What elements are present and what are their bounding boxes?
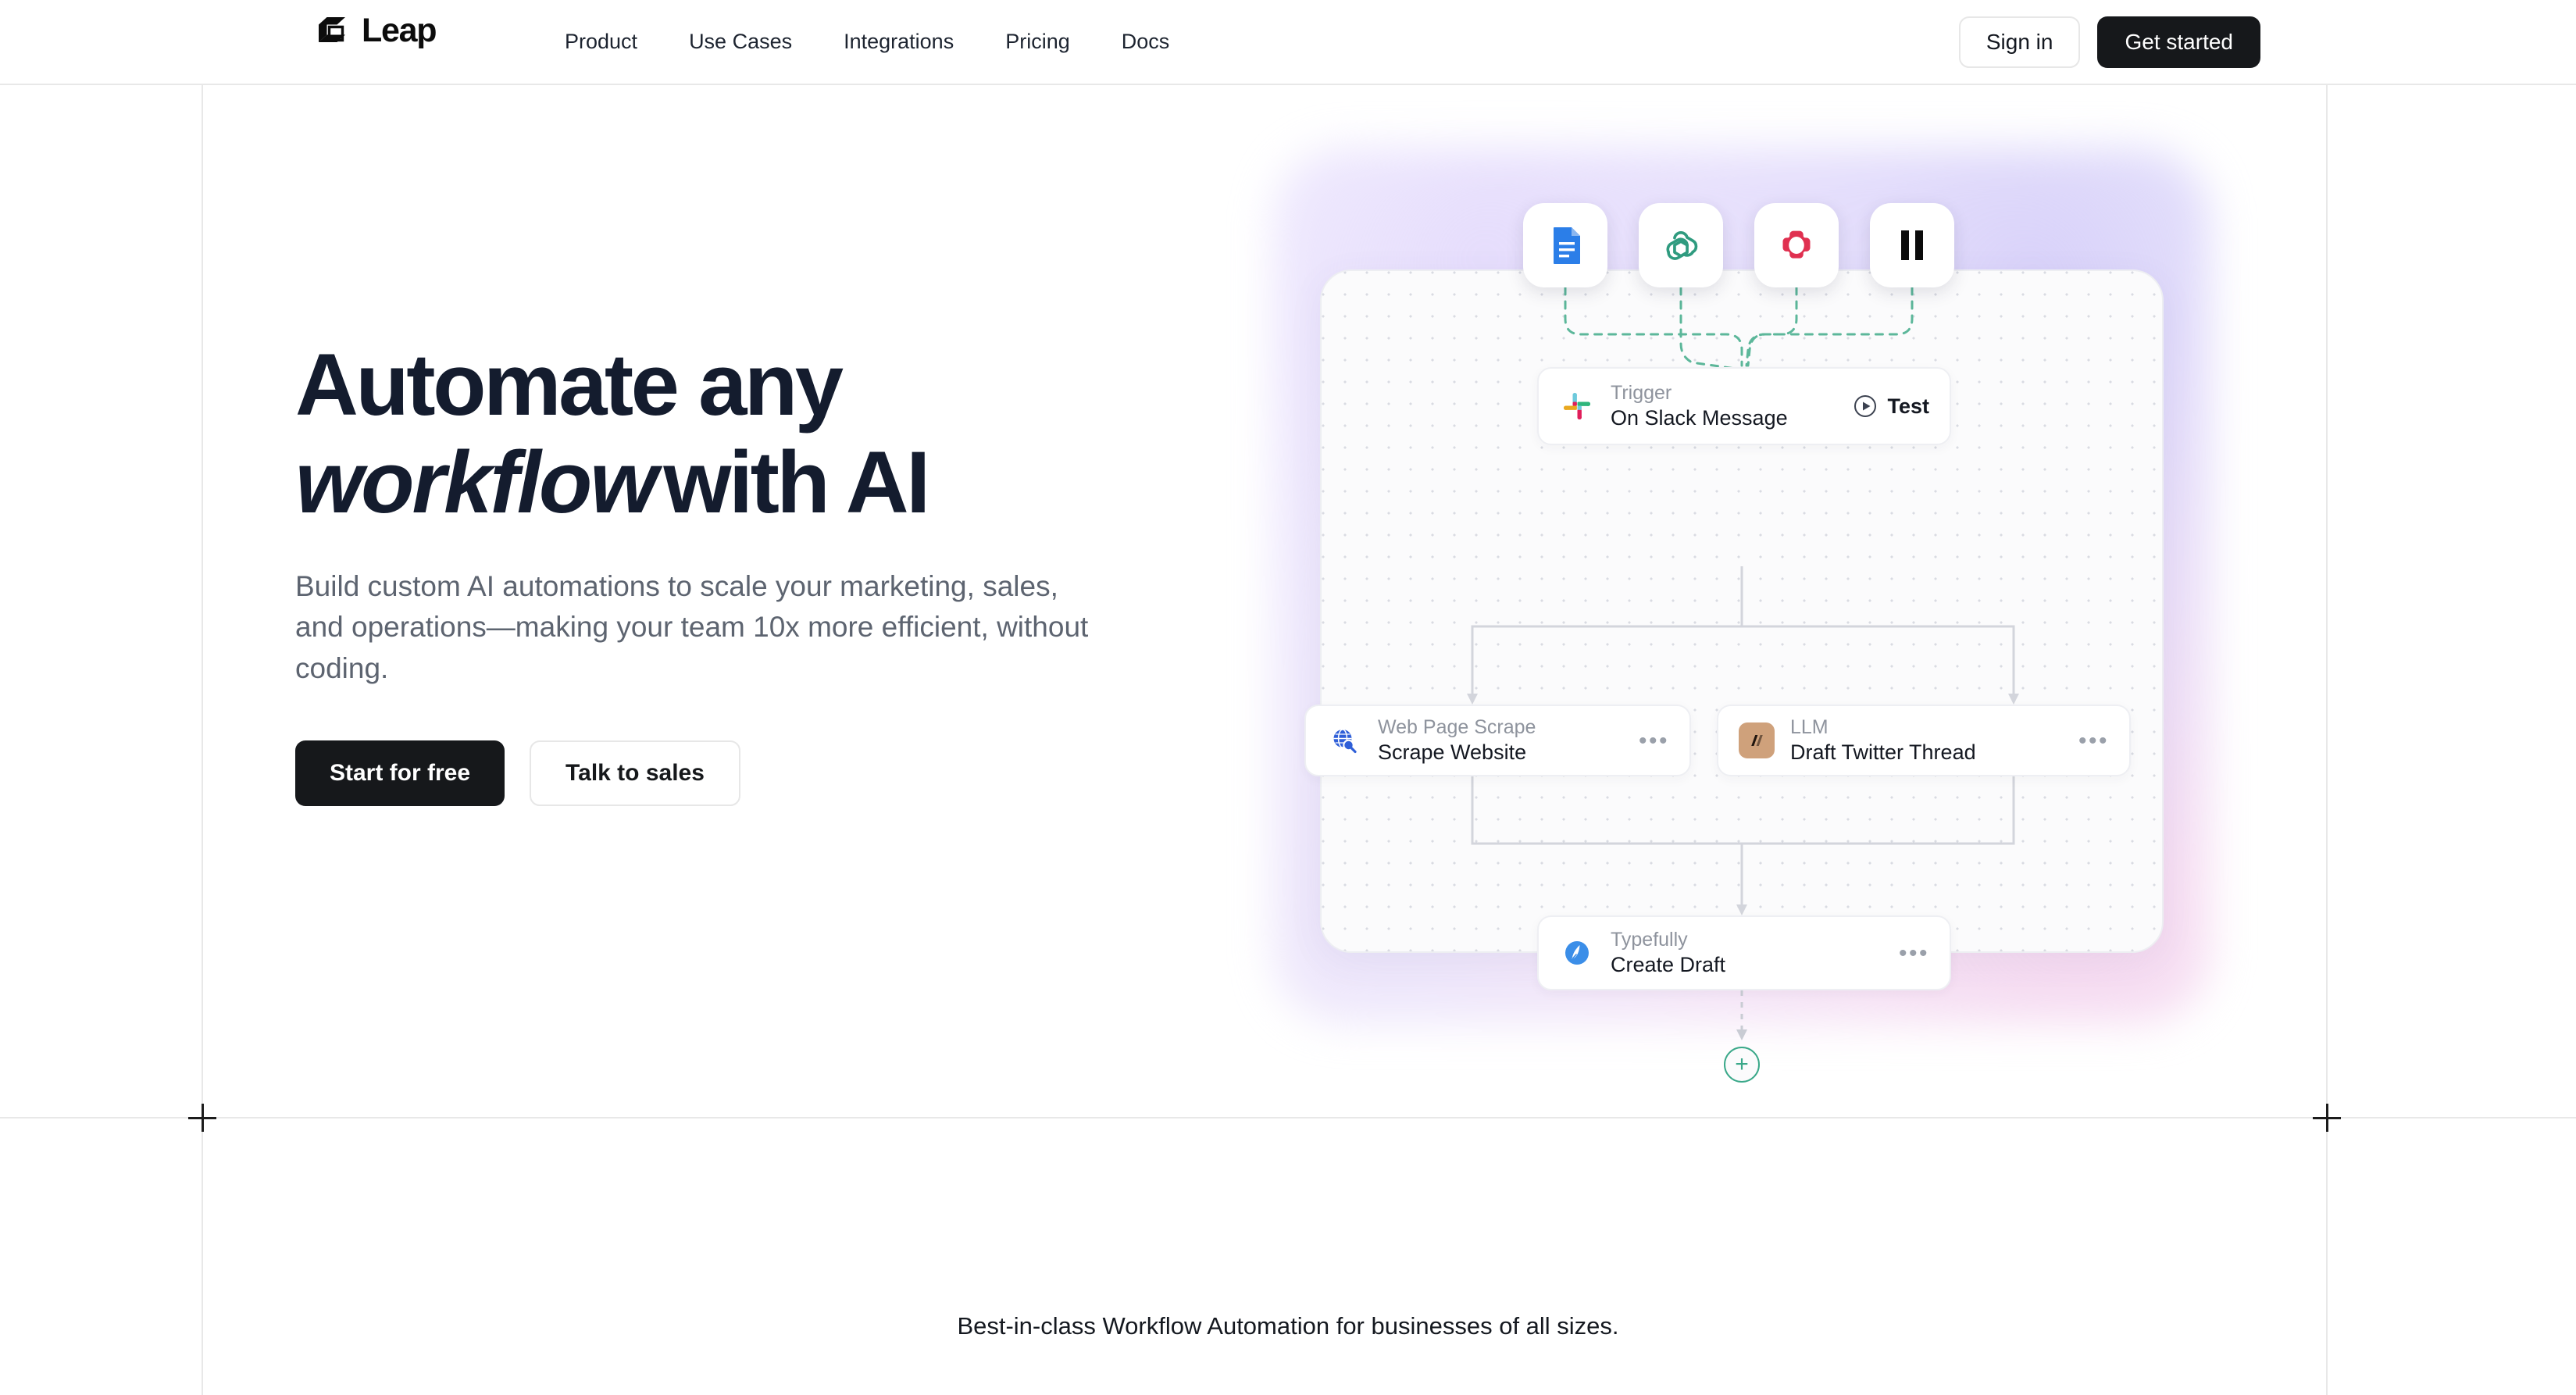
site-header: Leap Product Use Cases Integrations Pric…: [0, 0, 2576, 84]
app-chip-google-docs[interactable]: [1523, 203, 1607, 287]
brand-name: Leap: [362, 12, 437, 49]
hero-cta-group: Start for free Talk to sales: [295, 740, 1217, 807]
hero-title-line2-rest: with AI: [663, 433, 930, 532]
test-button[interactable]: Test: [1854, 394, 1929, 419]
node-name: On Slack Message: [1611, 406, 1788, 430]
node-name: Create Draft: [1611, 953, 1726, 977]
nav-item-pricing[interactable]: Pricing: [979, 31, 1096, 52]
workflow-node-llm[interactable]: LLM Draft Twitter Thread •••: [1717, 705, 2131, 776]
node-name: Scrape Website: [1378, 740, 1527, 765]
slack-icon: [1559, 388, 1595, 424]
talk-to-sales-button[interactable]: Talk to sales: [530, 740, 740, 807]
page-root: Leap Product Use Cases Integrations Pric…: [0, 0, 2576, 1395]
add-step-button[interactable]: +: [1724, 1047, 1760, 1083]
layout-guide-right: [2326, 0, 2328, 1395]
workflow-illustration: Trigger On Slack Message Test Web Page S…: [1226, 117, 2257, 1083]
leap-cube-icon: [319, 16, 345, 42]
test-label: Test: [1887, 394, 1929, 418]
app-icon-row: [1523, 203, 1954, 287]
sign-in-button[interactable]: Sign in: [1958, 16, 2081, 68]
node-text-trigger: Trigger On Slack Message: [1611, 382, 1854, 430]
node-kind: LLM: [1790, 716, 1829, 739]
brand-logo[interactable]: Leap: [316, 12, 437, 49]
page-title: Automate any workflowwith AI: [295, 336, 1217, 532]
more-options-icon[interactable]: •••: [2078, 729, 2109, 752]
node-text-typefully: Typefully Create Draft: [1611, 929, 1899, 976]
play-circle-icon: [1854, 395, 1877, 417]
workflow-node-typefully[interactable]: Typefully Create Draft •••: [1537, 915, 1951, 990]
node-name: Draft Twitter Thread: [1790, 740, 1976, 765]
nav-item-product[interactable]: Product: [539, 31, 663, 52]
openai-icon: [1666, 230, 1698, 260]
app-chip-hubspot[interactable]: [1754, 203, 1839, 287]
hubspot-icon: [1782, 230, 1811, 259]
more-options-icon[interactable]: •••: [1899, 941, 1929, 965]
start-for-free-button[interactable]: Start for free: [295, 740, 505, 807]
pause-icon: [1901, 230, 1923, 260]
nav-item-docs[interactable]: Docs: [1096, 31, 1196, 52]
layout-guide-left: [202, 0, 203, 1395]
nav-item-integrations[interactable]: Integrations: [818, 31, 979, 52]
web-scrape-globe-icon: [1326, 722, 1362, 758]
crosshair-marker-left: [188, 1104, 216, 1132]
crosshair-marker-right: [2313, 1104, 2341, 1132]
workflow-node-trigger[interactable]: Trigger On Slack Message Test: [1537, 367, 1951, 445]
google-docs-icon: [1554, 227, 1580, 264]
header-actions: Sign in Get started: [1958, 0, 2260, 84]
hero-title-line1: Automate any: [295, 336, 844, 433]
node-text-web-scrape: Web Page Scrape Scrape Website: [1378, 716, 1639, 764]
typefully-icon: [1559, 935, 1595, 971]
node-text-llm: LLM Draft Twitter Thread: [1790, 716, 2078, 764]
header-divider: [0, 84, 2576, 85]
hero-title-emphasis: workflow: [295, 433, 658, 532]
app-chip-openai[interactable]: [1639, 203, 1723, 287]
main-nav: Product Use Cases Integrations Pricing D…: [539, 0, 1195, 84]
node-kind: Typefully: [1611, 929, 1688, 951]
get-started-button[interactable]: Get started: [2097, 16, 2260, 68]
node-kind: Trigger: [1611, 382, 1672, 405]
more-options-icon[interactable]: •••: [1639, 729, 1669, 752]
hero-subtitle: Build custom AI automations to scale you…: [295, 569, 1089, 684]
social-proof-text: Best-in-class Workflow Automation for bu…: [957, 1312, 1619, 1340]
node-kind: Web Page Scrape: [1378, 716, 1536, 739]
section-divider: [0, 1117, 2576, 1118]
app-chip-pause[interactable]: [1870, 203, 1954, 287]
workflow-node-web-scrape[interactable]: Web Page Scrape Scrape Website •••: [1304, 705, 1691, 776]
nav-item-use-cases[interactable]: Use Cases: [663, 31, 818, 52]
anthropic-icon: [1739, 722, 1775, 758]
hero-content: Automate any workflowwith AI Build custo…: [295, 336, 1217, 807]
